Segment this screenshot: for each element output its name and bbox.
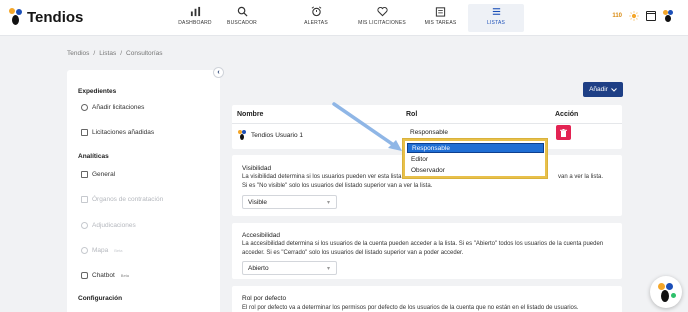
list-icon: [492, 8, 500, 15]
stack-icon: [81, 129, 88, 136]
top-nav-bar: Tendios DASHBOARD BUSCADOR ALERTAS MIS L…: [0, 0, 688, 36]
sidebar-item-label: Adjudicaciones: [92, 222, 136, 229]
column-header-accion: Acción: [555, 111, 579, 118]
breadcrumb-separator: /: [120, 50, 123, 57]
sidebar-item-general[interactable]: General: [81, 171, 115, 178]
nav-alertas[interactable]: ALERTAS: [296, 4, 336, 32]
sun-icon[interactable]: [629, 10, 639, 21]
description-line-2: Si es "No visible" solo los usuarios del…: [242, 182, 433, 189]
nav-buscador[interactable]: BUSCADOR: [222, 4, 262, 32]
column-header-nombre: Nombre: [237, 111, 264, 118]
option-observador[interactable]: Observador: [407, 165, 544, 175]
app-name: Tendios: [27, 8, 84, 26]
accesibilidad-select[interactable]: Abierto ▾: [242, 261, 337, 275]
table-divider: [232, 123, 622, 124]
search-icon: [237, 6, 248, 17]
chart-icon: [81, 171, 88, 178]
section-configuracion: Configuración: [78, 295, 123, 302]
user-name: Tendios Usuario 1: [251, 131, 304, 139]
collapse-sidebar-button[interactable]: ‹: [213, 67, 224, 78]
delete-user-button[interactable]: [556, 125, 571, 140]
sidebar-item-anadir-licitaciones[interactable]: Añadir licitaciones: [81, 104, 144, 111]
heart-icon: [376, 7, 388, 17]
nav-listas[interactable]: LISTAS: [468, 4, 524, 32]
card-title: Accesibilidad: [242, 232, 280, 239]
chevron-left-icon: ‹: [217, 69, 220, 76]
nav-label: DASHBOARD: [178, 20, 212, 26]
annotation-arrow-icon: [332, 102, 402, 151]
nav-mis-licitaciones[interactable]: MIS LICITACIONES: [351, 4, 413, 32]
card-description: El rol por defecto va a determinar los p…: [242, 304, 614, 312]
breadcrumb-current: Consultorías: [126, 50, 163, 57]
card-accesibilidad: Accesibilidad La accesibilidad determina…: [232, 223, 622, 279]
option-responsable[interactable]: Responsable: [407, 143, 544, 153]
card-title: Rol por defecto: [242, 295, 287, 302]
alarm-clock-icon: [311, 6, 321, 17]
nav-label: MIS TAREAS: [424, 20, 457, 26]
role-dropdown: Responsable Editor Observador: [403, 139, 547, 178]
user-avatar-icon[interactable]: [663, 10, 674, 22]
description-line-1-tail: van a ver la lista.: [558, 174, 604, 180]
description-line-2: acceder. Si es "Cerrado" solo los usuari…: [242, 249, 464, 256]
breadcrumb-tendios[interactable]: Tendios: [67, 50, 89, 57]
chat-icon: [81, 272, 88, 279]
nav-label: LISTAS: [486, 20, 506, 26]
sidebar-item-label: Licitaciones añadidas: [92, 129, 155, 136]
nav-label: BUSCADOR: [227, 20, 257, 26]
sidebar-item-licitaciones-anadidas[interactable]: Licitaciones añadidas: [81, 129, 154, 136]
sidebar-item-organos[interactable]: Órganos de contratación: [81, 196, 163, 203]
building-icon: [81, 196, 88, 203]
sidebar-item-label: Mapa: [92, 247, 109, 254]
plus-circle-icon: [81, 104, 88, 111]
map-icon: [81, 247, 88, 254]
add-button-label: Añadir: [589, 86, 608, 93]
award-icon: [81, 222, 88, 229]
user-avatar-icon: [238, 130, 247, 140]
section-expedientes: Expedientes: [78, 88, 117, 95]
breadcrumb-separator: /: [93, 50, 96, 57]
section-analiticas: Analíticas: [78, 153, 109, 160]
chevron-down-icon: ▾: [326, 200, 330, 206]
beta-badge: Beta: [114, 248, 123, 253]
tendios-logo-icon: [9, 8, 23, 26]
beta-badge: Beta: [120, 273, 130, 278]
trash-icon: [560, 128, 567, 137]
description-line-1: La visibilidad determina si los usuarios…: [242, 174, 402, 180]
nav-dashboard[interactable]: DASHBOARD: [175, 4, 215, 32]
chevron-down-icon: [611, 87, 617, 92]
breadcrumb-listas[interactable]: Listas: [99, 50, 116, 57]
table-row-user: Tendios Usuario 1: [238, 130, 303, 140]
card-description: La accesibilidad determina si los usuari…: [242, 240, 614, 257]
add-button[interactable]: Añadir: [583, 82, 623, 97]
sidebar-item-label: Órganos de contratación: [92, 196, 164, 203]
bar-chart-icon: [190, 6, 200, 17]
nav-mis-tareas[interactable]: MIS TAREAS: [418, 4, 463, 32]
sidebar: Expedientes Añadir licitaciones Licitaci…: [67, 70, 220, 312]
nav-label: MIS LICITACIONES: [358, 20, 406, 26]
credits-counter[interactable]: 110: [612, 13, 622, 19]
card-rol-defecto: Rol por defecto El rol por defecto va a …: [232, 286, 622, 312]
sidebar-item-label: Añadir licitaciones: [92, 104, 145, 111]
sidebar-item-chatbot[interactable]: Chatbot Beta: [81, 272, 129, 279]
sidebar-item-adjudicaciones[interactable]: Adjudicaciones: [81, 222, 136, 229]
clipboard-icon: [435, 7, 446, 17]
role-select[interactable]: Responsable: [405, 126, 555, 138]
app-logo[interactable]: Tendios: [9, 8, 83, 26]
sidebar-item-label: General: [92, 171, 116, 178]
chevron-down-icon: ▾: [326, 266, 330, 272]
card-title: Visibilidad: [242, 165, 272, 172]
help-chat-button[interactable]: [650, 276, 682, 308]
select-value: Visible: [248, 198, 268, 206]
visibilidad-select[interactable]: Visible ▾: [242, 195, 337, 209]
calendar-icon[interactable]: [646, 10, 656, 21]
description-line-1: El rol por defecto va a determinar los p…: [242, 305, 579, 311]
sidebar-item-mapa[interactable]: Mapa Beta: [81, 247, 123, 254]
sidebar-item-label: Chatbot: [92, 272, 115, 279]
top-right-controls: 110: [612, 10, 674, 22]
select-value: Abierto: [248, 264, 269, 272]
description-line-1: La accesibilidad determina si los usuari…: [242, 241, 604, 247]
breadcrumb: Tendios / Listas / Consultorías: [67, 50, 163, 57]
nav-label: ALERTAS: [304, 20, 328, 26]
option-editor[interactable]: Editor: [407, 154, 544, 164]
